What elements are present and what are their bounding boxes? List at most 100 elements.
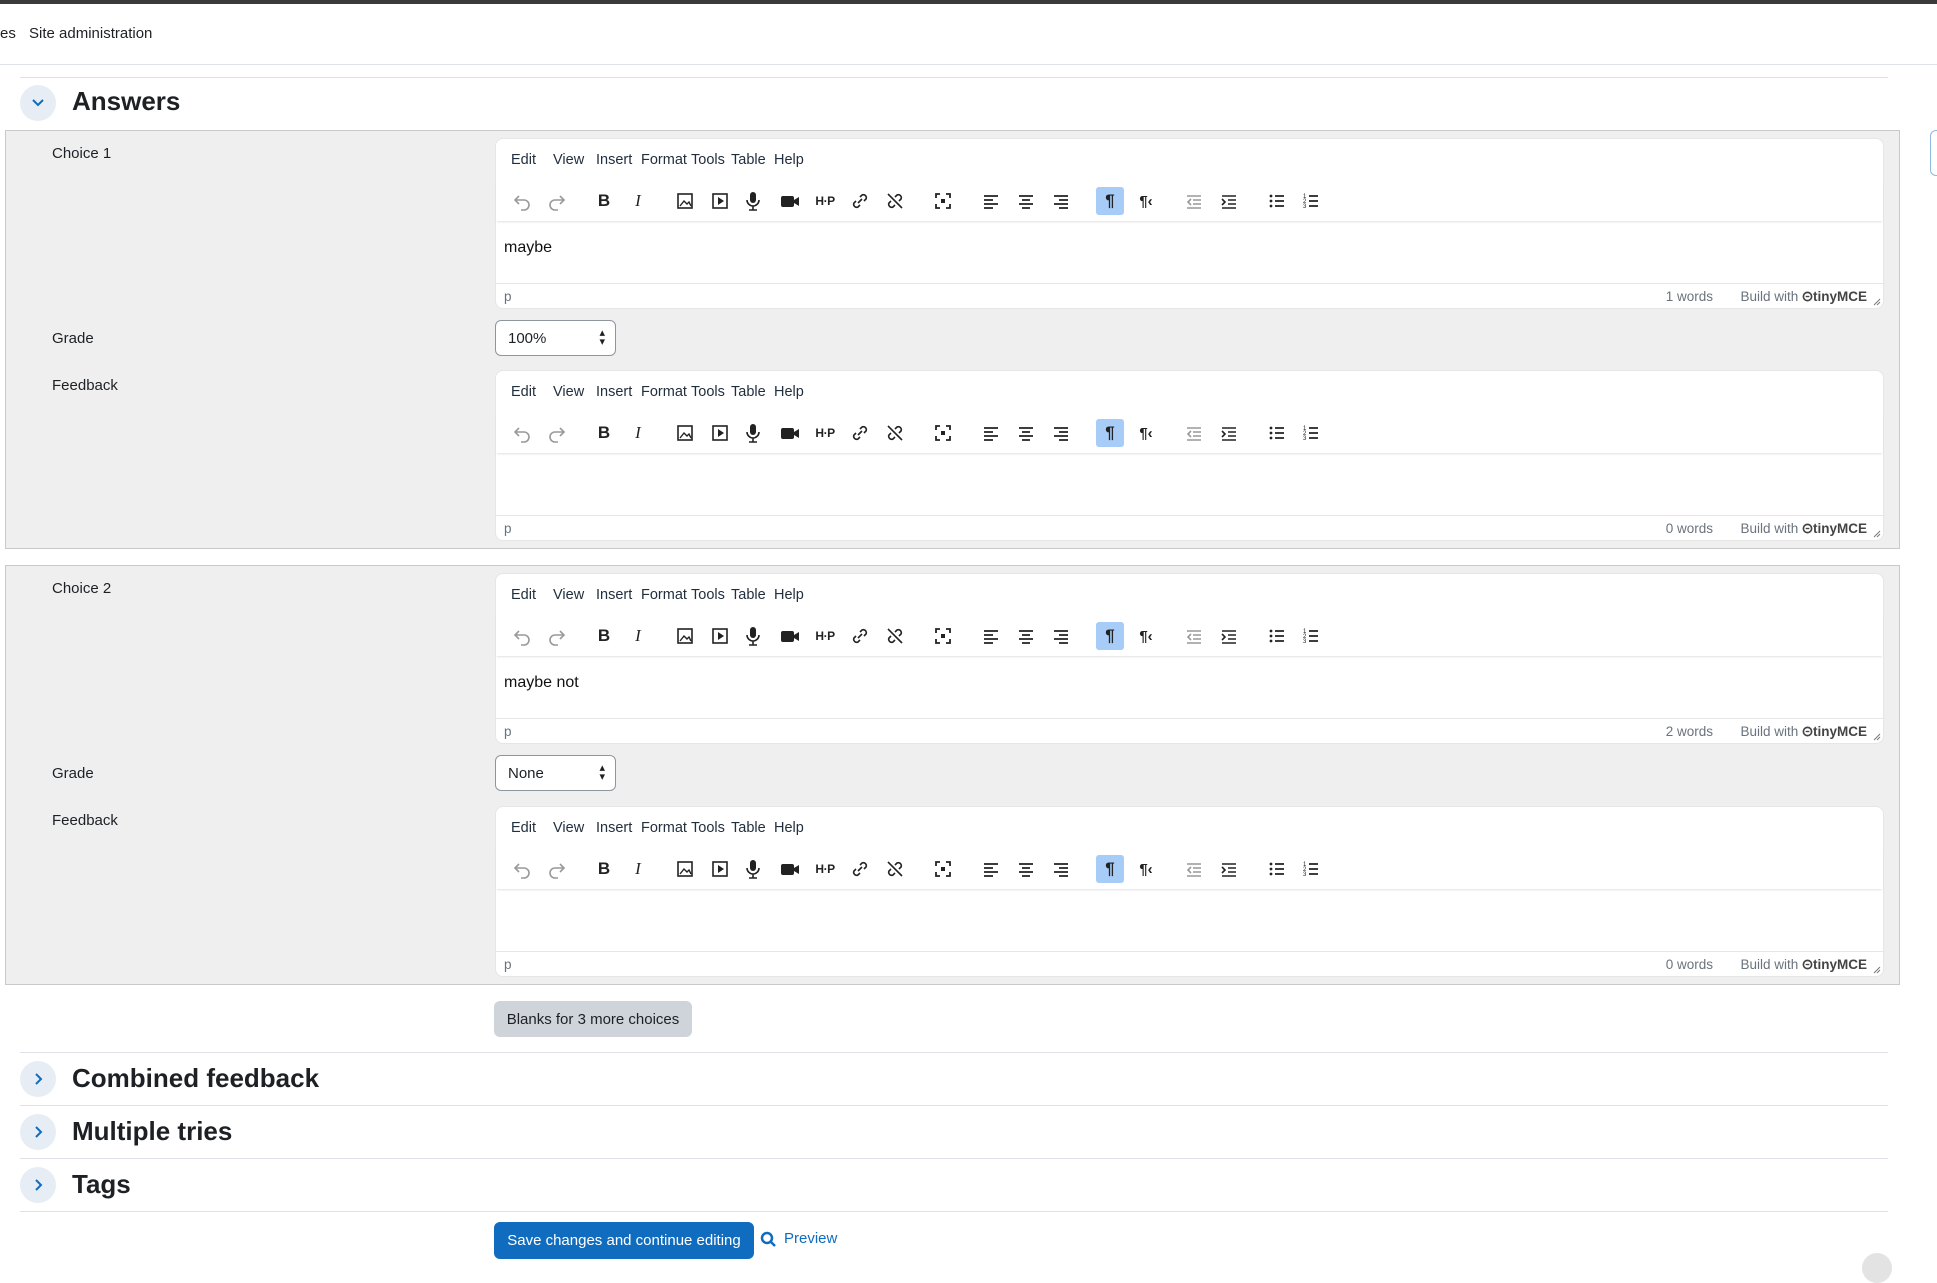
redo-icon[interactable] [543, 855, 571, 883]
editor-menu-item[interactable]: Tools [691, 384, 725, 400]
media-icon[interactable] [706, 622, 734, 650]
bullet-list-icon[interactable] [1263, 855, 1291, 883]
align-right-icon[interactable] [1047, 855, 1075, 883]
combined-feedback-expand-toggle[interactable] [20, 1061, 56, 1097]
drawer-toggle-tab[interactable] [1930, 130, 1937, 176]
editor-menu-item[interactable]: View [553, 152, 584, 168]
editor-menu-item[interactable]: Table [731, 587, 766, 603]
element-path[interactable]: p [504, 289, 512, 304]
unlink-icon[interactable] [881, 855, 909, 883]
unlink-icon[interactable] [881, 419, 909, 447]
editor-menu-item[interactable]: Insert [596, 152, 632, 168]
editor-content[interactable]: maybe [504, 239, 552, 257]
ltr-icon[interactable]: ¶ [1096, 187, 1124, 215]
editor-menu-item[interactable]: Table [731, 152, 766, 168]
preview-link[interactable]: Preview [760, 1230, 837, 1247]
resize-handle-icon[interactable] [1873, 733, 1881, 741]
bullet-list-icon[interactable] [1263, 187, 1291, 215]
bullet-list-icon[interactable] [1263, 419, 1291, 447]
element-path[interactable]: p [504, 521, 512, 536]
editor-menu-item[interactable]: Format [641, 384, 687, 400]
align-left-icon[interactable] [977, 622, 1005, 650]
editor-menu-item[interactable]: View [553, 820, 584, 836]
nav-item-partial[interactable]: es [0, 25, 16, 42]
editor-menu-item[interactable]: Edit [511, 587, 536, 603]
outdent-icon[interactable] [1180, 187, 1208, 215]
indent-icon[interactable] [1215, 419, 1243, 447]
redo-icon[interactable] [543, 419, 571, 447]
image-icon[interactable] [671, 622, 699, 650]
numbered-list-icon[interactable]: 123 [1297, 855, 1325, 883]
indent-icon[interactable] [1215, 187, 1243, 215]
tinymce-branding[interactable]: Build with tinyMCE [1740, 957, 1867, 972]
unlink-icon[interactable] [881, 622, 909, 650]
tinymce-branding[interactable]: Build with tinyMCE [1740, 724, 1867, 739]
italic-icon[interactable]: I [624, 187, 652, 215]
h5p-icon[interactable]: H·P [811, 187, 839, 215]
editor-menu-item[interactable]: Insert [596, 820, 632, 836]
tags-expand-toggle[interactable] [20, 1167, 56, 1203]
numbered-list-icon[interactable]: 123 [1297, 187, 1325, 215]
rtl-icon[interactable]: ¶‹ [1132, 187, 1160, 215]
editor-menu-item[interactable]: Table [731, 820, 766, 836]
link-icon[interactable] [846, 187, 874, 215]
editor-menu-item[interactable]: Tools [691, 587, 725, 603]
link-icon[interactable] [846, 855, 874, 883]
align-center-icon[interactable] [1012, 419, 1040, 447]
element-path[interactable]: p [504, 724, 512, 739]
bold-icon[interactable]: B [590, 622, 618, 650]
resize-handle-icon[interactable] [1873, 298, 1881, 306]
video-icon[interactable] [776, 622, 804, 650]
editor-menu-item[interactable]: Insert [596, 384, 632, 400]
italic-icon[interactable]: I [624, 419, 652, 447]
editor-menu-item[interactable]: Edit [511, 152, 536, 168]
ltr-icon[interactable]: ¶ [1096, 855, 1124, 883]
undo-icon[interactable] [508, 622, 536, 650]
image-icon[interactable] [671, 855, 699, 883]
italic-icon[interactable]: I [624, 622, 652, 650]
tinymce-branding[interactable]: Build with tinyMCE [1740, 289, 1867, 304]
align-right-icon[interactable] [1047, 419, 1075, 447]
video-icon[interactable] [776, 419, 804, 447]
align-right-icon[interactable] [1047, 187, 1075, 215]
media-icon[interactable] [706, 855, 734, 883]
outdent-icon[interactable] [1180, 419, 1208, 447]
fullscreen-icon[interactable] [929, 622, 957, 650]
align-left-icon[interactable] [977, 855, 1005, 883]
editor-menu-item[interactable]: Help [774, 820, 804, 836]
editor-content[interactable]: maybe not [504, 674, 579, 692]
save-continue-button[interactable]: Save changes and continue editing [494, 1222, 754, 1259]
rtl-icon[interactable]: ¶‹ [1132, 855, 1160, 883]
align-right-icon[interactable] [1047, 622, 1075, 650]
element-path[interactable]: p [504, 957, 512, 972]
align-left-icon[interactable] [977, 419, 1005, 447]
choice-1-editor[interactable]: Edit View Insert Format Tools Table Help B I H·P ¶… [495, 138, 1884, 309]
answers-collapse-toggle[interactable] [20, 85, 56, 121]
image-icon[interactable] [671, 187, 699, 215]
align-center-icon[interactable] [1012, 855, 1040, 883]
editor-menu-item[interactable]: Edit [511, 384, 536, 400]
editor-menu-item[interactable]: Format [641, 587, 687, 603]
bold-icon[interactable]: B [590, 855, 618, 883]
indent-icon[interactable] [1215, 622, 1243, 650]
editor-menu-item[interactable]: Help [774, 384, 804, 400]
editor-menu-item[interactable]: Format [641, 820, 687, 836]
choice-2-grade-select[interactable]: None ▴ ▾ [495, 755, 616, 791]
bold-icon[interactable]: B [590, 187, 618, 215]
align-center-icon[interactable] [1012, 187, 1040, 215]
outdent-icon[interactable] [1180, 855, 1208, 883]
nav-item-site-administration[interactable]: Site administration [29, 25, 152, 42]
redo-icon[interactable] [543, 187, 571, 215]
image-icon[interactable] [671, 419, 699, 447]
link-icon[interactable] [846, 419, 874, 447]
fullscreen-icon[interactable] [929, 855, 957, 883]
editor-menu-item[interactable]: Insert [596, 587, 632, 603]
ltr-icon[interactable]: ¶ [1096, 419, 1124, 447]
bullet-list-icon[interactable] [1263, 622, 1291, 650]
microphone-icon[interactable] [739, 419, 767, 447]
choice-2-editor[interactable]: Edit View Insert Format Tools Table Help B I H·P ¶… [495, 573, 1884, 744]
editor-menu-item[interactable]: Edit [511, 820, 536, 836]
help-floating-button[interactable] [1862, 1253, 1892, 1283]
microphone-icon[interactable] [739, 187, 767, 215]
undo-icon[interactable] [508, 187, 536, 215]
